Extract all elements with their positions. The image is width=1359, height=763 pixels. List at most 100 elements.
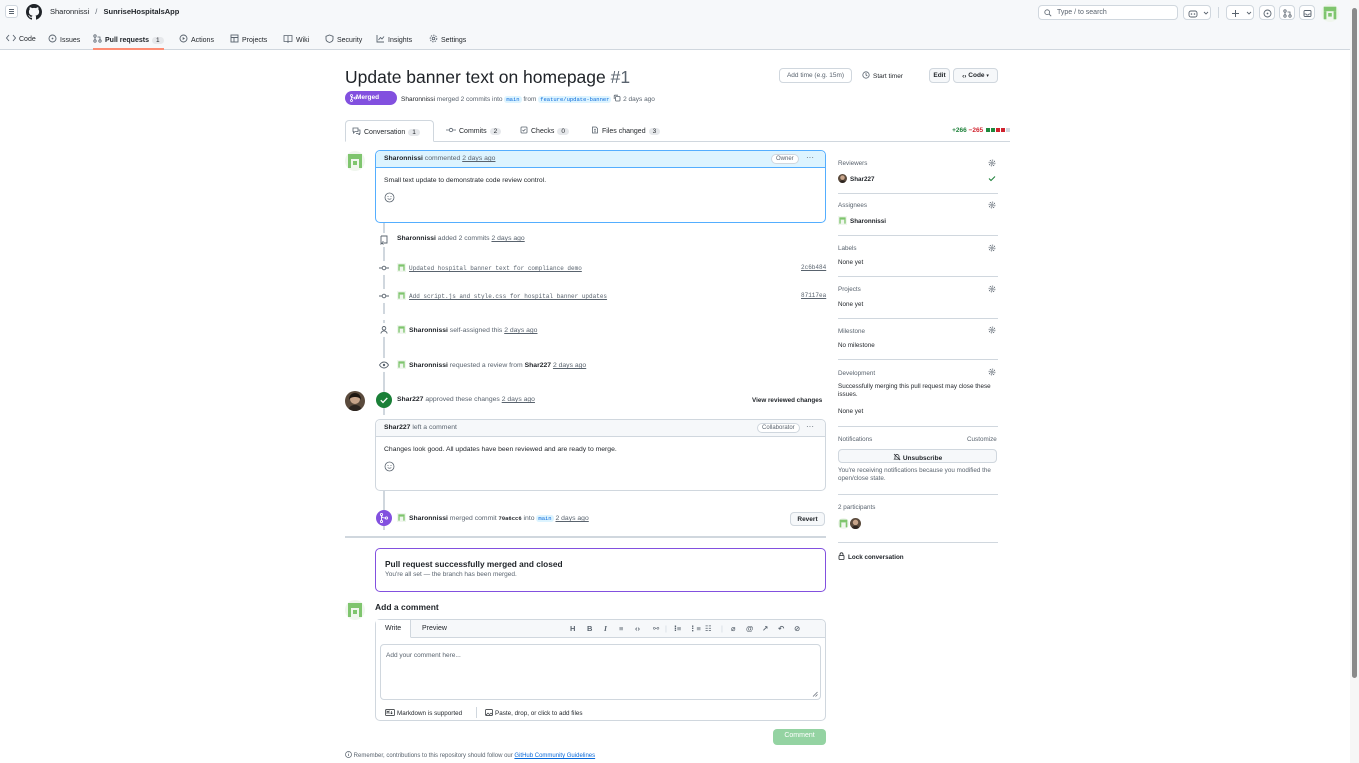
avatar[interactable] [345, 391, 365, 411]
base-branch-label[interactable]: main [504, 96, 522, 103]
attach-icon[interactable]: ⌀ [731, 624, 736, 633]
avatar[interactable] [345, 151, 365, 171]
issues-button[interactable] [1259, 5, 1275, 20]
attach-files-button[interactable]: Paste, drop, or click to add files [485, 709, 583, 717]
kebab-menu-icon[interactable]: ··· [806, 422, 814, 431]
event-time-link[interactable]: 2 days ago [504, 327, 537, 334]
repo-link[interactable]: SunriseHospitalsApp [103, 7, 179, 16]
markdown-note[interactable]: Markdown is supported [385, 709, 462, 717]
kebab-menu-icon[interactable]: ··· [806, 153, 814, 162]
mention-icon[interactable]: @ [746, 624, 753, 633]
bulleted-list-icon[interactable]: ⋮≡ [689, 624, 701, 633]
cross-reference-icon[interactable]: ↗ [762, 624, 768, 633]
avatar[interactable] [345, 600, 365, 620]
add-reaction-icon[interactable] [384, 461, 395, 472]
tab-pull-requests[interactable]: Pull requests 1 [93, 29, 164, 50]
event-time-link[interactable]: 2 days ago [555, 515, 588, 522]
tab-checks[interactable]: Checks 0 [514, 120, 575, 142]
tab-wiki[interactable]: Wiki [283, 29, 309, 50]
commit-sha-link[interactable]: 87117ea [801, 292, 826, 299]
heading-icon[interactable]: H [570, 624, 575, 633]
tab-code[interactable]: Code [6, 29, 36, 50]
event-author[interactable]: Shar227 [397, 396, 423, 403]
reply-icon[interactable]: ↶ [778, 624, 784, 633]
comment-time-link[interactable]: 2 days ago [462, 155, 495, 162]
tab-security[interactable]: Security [325, 29, 362, 50]
tab-conversation[interactable]: Conversation 1 [345, 120, 434, 142]
tab-commits[interactable]: Commits 2 [440, 120, 507, 142]
gear-icon[interactable] [988, 368, 996, 376]
branch-label[interactable]: main [536, 515, 554, 522]
event-time-link[interactable]: 2 days ago [491, 235, 524, 242]
copy-icon[interactable] [613, 94, 621, 102]
start-timer-button[interactable]: Start timer [862, 71, 903, 80]
edit-title-button[interactable]: Edit [929, 68, 950, 83]
comment-author[interactable]: Sharonnissi [384, 155, 423, 162]
gear-icon[interactable] [988, 326, 996, 334]
github-logo-icon[interactable] [26, 4, 42, 20]
user-avatar[interactable] [1321, 4, 1339, 22]
comment-textarea[interactable]: Add your comment here... [380, 644, 821, 700]
comment-submit-button[interactable]: Comment [773, 729, 826, 745]
development-heading[interactable]: Development [838, 370, 875, 377]
tab-preview[interactable]: Preview [413, 620, 456, 638]
page-scrollbar[interactable] [1350, 0, 1359, 763]
gear-icon[interactable] [988, 244, 996, 252]
task-list-icon[interactable]: ☷ [705, 624, 712, 633]
tab-settings[interactable]: Settings [429, 29, 466, 50]
bold-icon[interactable]: B [587, 624, 592, 633]
create-new-button[interactable] [1226, 5, 1254, 20]
link-icon[interactable]: ⚯ [653, 624, 659, 633]
tab-files-changed[interactable]: Files changed 3 [585, 120, 666, 142]
italic-icon[interactable]: I [604, 624, 607, 633]
reviewer-item[interactable]: Shar227 [838, 174, 875, 183]
tab-insights[interactable]: Insights [376, 29, 412, 50]
commit-message-link[interactable]: Add script.js and style.css for hospital… [409, 293, 607, 300]
event-author[interactable]: Sharonnissi [409, 362, 448, 369]
unsubscribe-button[interactable]: Unsubscribe [838, 449, 997, 463]
lock-conversation-link[interactable]: Lock conversation [838, 552, 904, 561]
inbox-button[interactable] [1299, 5, 1315, 20]
commit-sha-link[interactable]: 2c6b484 [801, 264, 826, 271]
pull-requests-button[interactable] [1279, 5, 1295, 20]
tab-issues[interactable]: Issues [48, 29, 80, 50]
labels-heading[interactable]: Labels [838, 245, 857, 252]
gear-icon[interactable] [988, 285, 996, 293]
head-branch-label[interactable]: feature/update-banner [538, 96, 612, 103]
milestone-heading[interactable]: Milestone [838, 328, 865, 335]
reviewer-link[interactable]: Shar227 [525, 362, 551, 369]
community-guidelines-link[interactable]: GitHub Community Guidelines [514, 753, 595, 759]
add-time-input[interactable]: Add time (e.g. 15m) [779, 68, 852, 83]
menu-button[interactable] [5, 5, 18, 18]
commit-message-link[interactable]: Updated hospital banner text for complia… [409, 265, 582, 272]
tab-write[interactable]: Write [376, 620, 412, 638]
quote-icon[interactable]: ≡ [619, 624, 623, 633]
merge-commit-sha-link[interactable]: 70a6cc6 [499, 515, 522, 522]
gear-icon[interactable] [988, 201, 996, 209]
gear-icon[interactable] [988, 159, 996, 167]
comment-author[interactable]: Shar227 [384, 424, 410, 431]
scrollbar-thumb[interactable] [1352, 8, 1357, 678]
reviewers-heading[interactable]: Reviewers [838, 160, 867, 167]
slash-command-icon[interactable]: ⊘ [794, 624, 800, 633]
assignees-heading[interactable]: Assignees [838, 202, 867, 209]
code-icon[interactable]: ‹› [635, 624, 640, 633]
tab-actions[interactable]: Actions [179, 29, 214, 50]
event-author[interactable]: Sharonnissi [409, 327, 448, 334]
code-dropdown-button[interactable]: ‹› Code ▾ [953, 68, 998, 83]
assignee-item[interactable]: Sharonnissi [838, 216, 886, 225]
revert-button[interactable]: Revert [790, 512, 825, 526]
resize-handle-icon[interactable] [812, 691, 818, 697]
copilot-button[interactable] [1183, 5, 1211, 20]
event-author[interactable]: Sharonnissi [397, 235, 436, 242]
add-reaction-icon[interactable] [384, 192, 395, 203]
event-time-link[interactable]: 2 days ago [553, 362, 586, 369]
pr-author-link[interactable]: Sharonnissi [401, 96, 435, 103]
event-author[interactable]: Sharonnissi [409, 515, 448, 522]
search-input[interactable]: Type / to search [1038, 5, 1178, 20]
view-reviewed-changes-button[interactable]: View reviewed changes [752, 397, 822, 404]
numbered-list-icon[interactable]: ⁝≡ [674, 624, 681, 633]
participant-avatar[interactable] [838, 518, 849, 529]
projects-heading[interactable]: Projects [838, 286, 861, 293]
customize-notifications-link[interactable]: Customize [967, 436, 997, 443]
